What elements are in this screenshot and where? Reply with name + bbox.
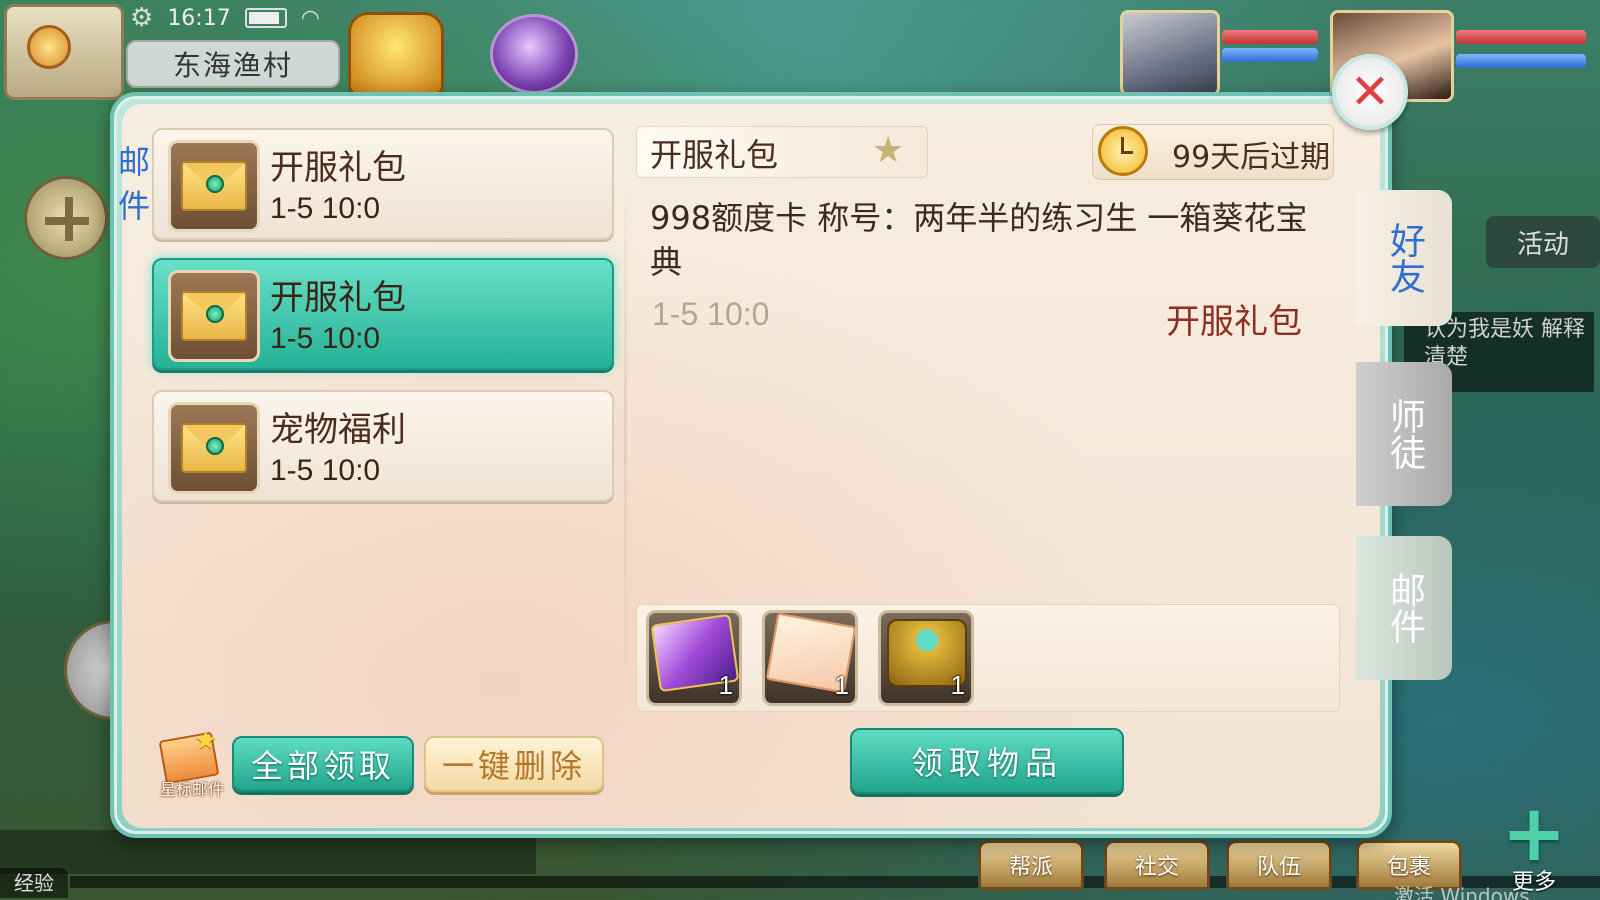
mail-panel-title: 邮件 [117, 143, 150, 225]
mail-envelope-icon [168, 402, 260, 494]
expand-plus-button[interactable] [24, 176, 108, 260]
activity-button[interactable]: 活动 [1486, 216, 1600, 268]
mail-detail-date: 1-5 10:0 [652, 296, 770, 332]
guild-button[interactable]: 帮派 [978, 840, 1084, 890]
attachment-slot[interactable]: 1 [878, 610, 974, 706]
exp-label: 经验 [0, 868, 68, 898]
status-bar: ⚙ 16:17 ◠ [130, 2, 320, 34]
tab-mentorship[interactable]: 师徒 [1356, 362, 1452, 506]
mail-item-date: 1-5 10:0 [270, 192, 381, 225]
tab-friends[interactable]: 好友 [1356, 190, 1452, 326]
mail-item-date: 1-5 10:0 [270, 322, 381, 355]
star-mail-label: 星标邮件 [159, 780, 224, 799]
star-icon: ★ [194, 726, 218, 756]
mail-list-item[interactable]: 宠物福利 1-5 10:0 [152, 390, 614, 502]
delete-all-button[interactable]: 一键删除 [424, 736, 604, 792]
claim-items-button[interactable]: 领取物品 [850, 728, 1124, 794]
clock-time: 16:17 [167, 5, 231, 31]
attachment-count: 1 [718, 670, 733, 700]
player-hp-bar [1456, 30, 1586, 44]
mail-item-title: 宠物福利 [270, 410, 406, 450]
settings-gear-icon[interactable]: ⚙ [130, 3, 153, 33]
alarm-clock-icon [1098, 126, 1148, 176]
pet-hp-bar [1222, 30, 1318, 44]
mail-item-title: 开服礼包 [270, 148, 406, 188]
player-mp-bar [1456, 54, 1586, 68]
attachment-count: 1 [834, 670, 849, 700]
windows-watermark: 激活 Windows [1394, 884, 1530, 900]
gift-shop-icon[interactable] [348, 12, 444, 96]
pet-portrait[interactable] [1120, 10, 1220, 96]
pet-mp-bar [1222, 48, 1318, 62]
team-button[interactable]: 队伍 [1226, 840, 1332, 890]
world-map-button[interactable] [4, 4, 124, 100]
mail-envelope-icon [168, 270, 260, 362]
detail-title: 开服礼包 [650, 136, 779, 174]
claim-all-button[interactable]: 全部领取 [232, 736, 414, 792]
gem-icon[interactable] [490, 14, 578, 94]
mail-item-date: 1-5 10:0 [270, 454, 381, 487]
mail-envelope-icon [168, 140, 260, 232]
mail-body: 998额度卡 称号：两年半的练习生 一箱葵花宝典 [650, 199, 1308, 281]
pane-divider [624, 176, 627, 710]
mail-list-item-selected[interactable]: 开服礼包 1-5 10:0 [152, 258, 614, 370]
social-button[interactable]: 社交 [1104, 840, 1210, 890]
plus-icon: + [1501, 789, 1567, 879]
close-icon[interactable]: ✕ [1332, 54, 1408, 130]
attachment-count: 1 [950, 670, 965, 700]
location-name: 东海渔村 [126, 40, 340, 88]
expire-text: 99天后过期 [1172, 140, 1331, 175]
compass-icon [27, 25, 71, 69]
battery-icon [244, 8, 287, 28]
attachment-slot[interactable]: 1 [646, 610, 742, 706]
mail-item-title: 开服礼包 [270, 278, 406, 318]
mail-sender: 开服礼包 [1166, 302, 1302, 342]
star-mail-button[interactable]: ★ 星标邮件 [152, 726, 226, 800]
wifi-icon: ◠ [300, 5, 320, 31]
mail-list-item[interactable]: 开服礼包 1-5 10:0 [152, 128, 614, 240]
tab-mail[interactable]: 邮件 [1356, 536, 1452, 680]
attachment-slot[interactable]: 1 [762, 610, 858, 706]
favorite-star-icon[interactable]: ★ [872, 130, 904, 171]
